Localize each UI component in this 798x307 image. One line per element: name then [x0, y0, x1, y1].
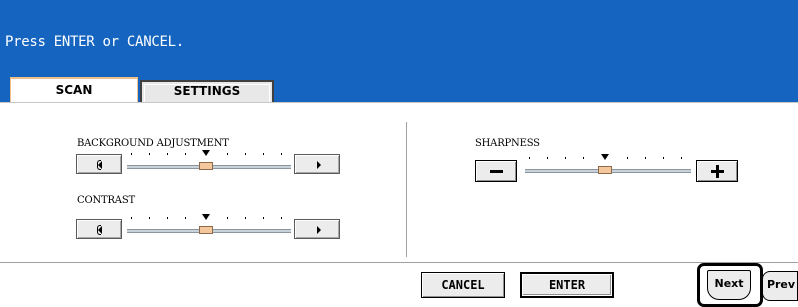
slider-tick: [627, 157, 628, 159]
background-adjustment-slider: [127, 150, 291, 170]
slider-tick: [167, 153, 168, 155]
cancel-button[interactable]: CANCEL: [421, 272, 505, 298]
sharpness-increase-button[interactable]: [696, 160, 738, 182]
slider-default-marker: [202, 150, 210, 156]
slider-default-marker: [601, 154, 609, 160]
slider-tick: [227, 153, 228, 155]
slider-knob: [199, 226, 213, 234]
tab-settings-label: SETTINGS: [173, 84, 241, 98]
tab-settings[interactable]: SETTINGS: [140, 80, 274, 102]
contrast-decrease-button[interactable]: [76, 219, 122, 239]
background-adjustment-label: BACKGROUND ADJUSTMENT: [77, 138, 229, 149]
slider-default-marker: [202, 214, 210, 220]
slider-tick: [149, 153, 150, 155]
slider-tick: [131, 217, 132, 219]
slider-tick: [281, 153, 282, 155]
slider-tick: [529, 157, 530, 159]
slider-tick: [547, 157, 548, 159]
slider-tick: [227, 217, 228, 219]
prompt-message: Press ENTER or CANCEL.: [5, 34, 184, 50]
slider-tick: [263, 153, 264, 155]
contrast-increase-button[interactable]: [294, 219, 340, 239]
slider-tick: [185, 217, 186, 219]
slider-tick: [663, 157, 664, 159]
tab-scan[interactable]: SCAN: [10, 77, 138, 103]
minus-icon: [490, 170, 503, 173]
slider-tick: [245, 217, 246, 219]
slider-tick: [565, 157, 566, 159]
slider-tick: [281, 217, 282, 219]
panel-divider-vertical: [406, 122, 407, 257]
slider-tick: [167, 217, 168, 219]
slider-tick: [583, 157, 584, 159]
contrast-slider: [127, 214, 291, 234]
slider-knob: [598, 166, 612, 174]
next-page-button[interactable]: Next: [707, 270, 751, 300]
slider-tick: [185, 153, 186, 155]
sharpness-slider: [525, 154, 691, 174]
slider-tick: [131, 153, 132, 155]
slider-knob: [199, 162, 213, 170]
plus-icon-vertical: [716, 165, 719, 178]
slider-tick: [149, 217, 150, 219]
contrast-label: CONTRAST: [77, 195, 135, 206]
slider-tick: [245, 153, 246, 155]
enter-button[interactable]: ENTER: [520, 272, 614, 298]
slider-tick: [645, 157, 646, 159]
slider-tick: [263, 217, 264, 219]
panel-divider-horizontal: [0, 262, 798, 263]
background-decrease-button[interactable]: [76, 154, 122, 174]
sharpness-decrease-button[interactable]: [475, 160, 517, 182]
background-increase-button[interactable]: [294, 154, 340, 174]
prev-page-button[interactable]: Prev: [762, 271, 798, 301]
slider-tick: [681, 157, 682, 159]
sharpness-label: SHARPNESS: [475, 138, 540, 149]
